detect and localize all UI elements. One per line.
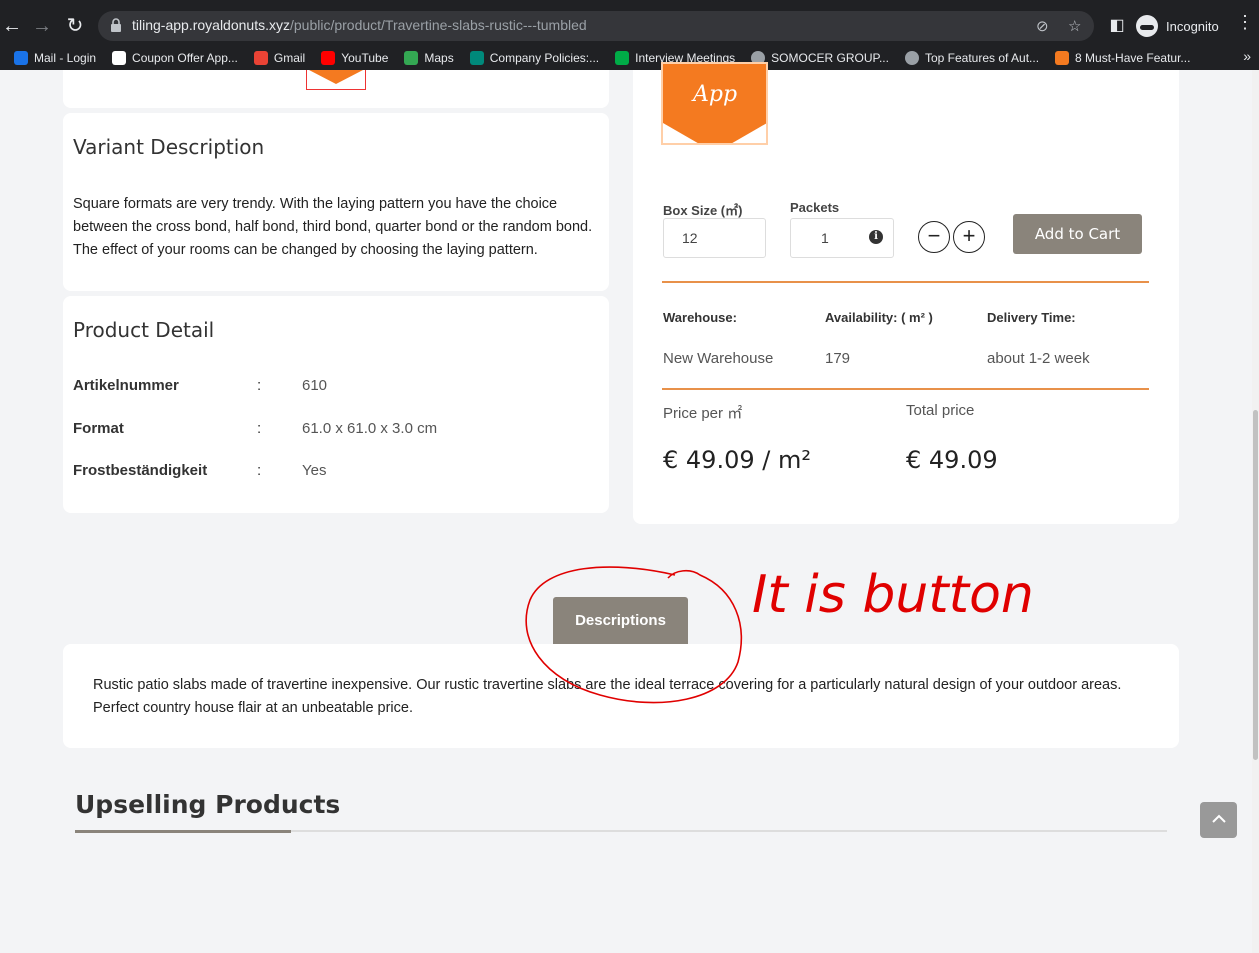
detail-value: 61.0 x 61.0 x 3.0 cm	[302, 420, 438, 437]
logo-chevron-icon	[663, 123, 766, 143]
logo-text: App	[693, 82, 738, 107]
packets-label: Packets	[790, 200, 840, 215]
bookmark-label: Maps	[424, 51, 454, 65]
upselling-title: Upselling Products	[75, 790, 341, 819]
bookmark-label: Top Features of Aut...	[924, 51, 1040, 65]
increase-quantity-button[interactable]: +	[953, 221, 985, 253]
detail-colon: :	[257, 420, 262, 437]
bookmark-maps[interactable]: Maps	[396, 46, 461, 70]
description-text: Rustic patio slabs made of travertine in…	[93, 677, 1122, 716]
divider	[662, 388, 1149, 390]
gallery-card	[63, 70, 609, 108]
incognito-indicator[interactable]: Incognito	[1136, 11, 1219, 41]
article-icon	[1055, 51, 1070, 65]
bookmark-label: Mail - Login	[34, 51, 97, 65]
bookmark-gmail[interactable]: Gmail	[246, 46, 313, 70]
bookmark-mail[interactable]: Mail - Login	[6, 46, 104, 70]
bookmark-label: SOMOCER GROUP...	[771, 51, 889, 65]
lock-icon	[111, 18, 121, 32]
box-size-label: Box Size (㎡)	[663, 203, 743, 218]
decrease-quantity-button[interactable]: −	[918, 221, 950, 253]
incognito-label: Incognito	[1166, 18, 1219, 34]
bookmark-top-features[interactable]: Top Features of Aut...	[897, 46, 1047, 70]
chevron-more-icon[interactable]: »	[1243, 48, 1251, 64]
youtube-icon	[321, 51, 336, 65]
eye-off-icon[interactable]: ⊘	[1036, 17, 1049, 35]
bookmarks-bar: Mail - Login Coupon Offer App... Gmail Y…	[0, 46, 1259, 70]
chevron-up-icon	[1211, 814, 1226, 823]
mail-icon	[14, 51, 28, 65]
incognito-icon	[1136, 15, 1158, 37]
scroll-to-top-button[interactable]	[1200, 802, 1237, 838]
detail-value: Yes	[302, 462, 327, 479]
detail-value: 610	[302, 377, 328, 394]
total-price-value: € 49.09	[906, 446, 998, 474]
scrollbar-thumb[interactable]	[1253, 410, 1258, 760]
meet-icon	[615, 51, 630, 65]
globe-icon	[904, 51, 919, 65]
bookmark-coupon[interactable]: Coupon Offer App...	[104, 46, 246, 70]
menu-dots-icon[interactable]: ⋮	[1236, 12, 1254, 33]
forward-arrow-icon[interactable]: →	[30, 14, 54, 38]
coupon-icon	[112, 51, 127, 65]
annotation-text: It is button	[752, 565, 1034, 625]
detail-row: Format : 61.0 x 61.0 x 3.0 cm	[73, 420, 593, 440]
divider	[662, 281, 1149, 283]
star-icon[interactable]: ☆	[1068, 17, 1081, 35]
upselling-accent	[75, 830, 291, 833]
delivery-time-value: about 1-2 week	[987, 350, 1090, 367]
info-icon[interactable]: i	[869, 230, 883, 244]
thumbnail-logo	[309, 70, 363, 84]
address-bar[interactable]: tiling-app.royaldonuts.xyz/public/produc…	[98, 11, 1094, 41]
maps-icon	[404, 51, 419, 65]
detail-colon: :	[257, 462, 262, 479]
brand-logo: App	[661, 62, 768, 145]
product-detail-card: Product Detail Artikelnummer : 610 Forma…	[63, 296, 609, 513]
back-arrow-icon[interactable]: ←	[0, 14, 24, 38]
product-detail-title: Product Detail	[73, 318, 215, 342]
box-size-input[interactable]: 12	[663, 218, 766, 258]
detail-colon: :	[257, 377, 262, 394]
bookmark-label: Gmail	[273, 51, 306, 65]
warehouse-value: New Warehouse	[663, 350, 774, 367]
total-price-label: Total price	[906, 402, 975, 419]
bookmark-label: Coupon Offer App...	[132, 51, 238, 65]
gmail-icon	[253, 51, 268, 65]
price-per-label: Price per ㎡	[663, 405, 743, 422]
browser-toolbar: ← → ↻ tiling-app.royaldonuts.xyz/public/…	[0, 0, 1259, 52]
add-to-cart-button[interactable]: Add to Cart	[1013, 214, 1142, 254]
description-card: Rustic patio slabs made of travertine in…	[63, 644, 1179, 748]
bookmark-label: YouTube	[341, 51, 389, 65]
bookmark-must-have[interactable]: 8 Must-Have Featur...	[1047, 46, 1198, 70]
detail-label: Format	[73, 420, 124, 437]
availability-header: Availability: ( m² )	[825, 310, 933, 325]
bookmark-label: 8 Must-Have Featur...	[1075, 51, 1191, 65]
detail-row: Artikelnummer : 610	[73, 377, 593, 397]
variant-description-card: Variant Description Square formats are v…	[63, 113, 609, 291]
detail-row: Frostbeständigkeit : Yes	[73, 462, 593, 482]
reload-icon[interactable]: ↻	[63, 14, 87, 38]
warehouse-header: Warehouse:	[663, 310, 737, 325]
delivery-time-header: Delivery Time:	[987, 310, 1076, 325]
sidebar-toggle-icon[interactable]: ◧	[1105, 14, 1129, 38]
bookmark-label: Company Policies:...	[489, 51, 600, 65]
bookmark-company[interactable]: Company Policies:...	[462, 46, 607, 70]
availability-value: 179	[825, 350, 851, 367]
bookmark-youtube[interactable]: YouTube	[313, 46, 396, 70]
variant-description-title: Variant Description	[73, 135, 265, 159]
tab-descriptions[interactable]: Descriptions	[553, 597, 688, 644]
variant-description-text: Square formats are very trendy. With the…	[73, 196, 593, 258]
company-icon	[469, 51, 484, 65]
price-per-value: € 49.09 / m²	[663, 446, 811, 474]
detail-label: Artikelnummer	[73, 377, 179, 394]
detail-label: Frostbeständigkeit	[73, 462, 208, 479]
url-text: tiling-app.royaldonuts.xyz/public/produc…	[132, 17, 587, 33]
thumbnail-frame[interactable]	[306, 70, 366, 90]
